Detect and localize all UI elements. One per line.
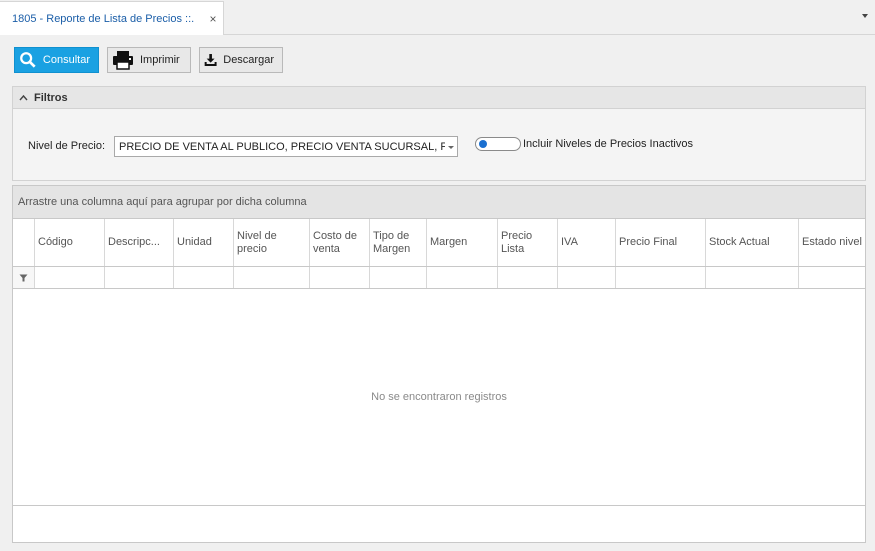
filter-cell-costo-venta[interactable]	[310, 267, 370, 288]
chevron-up-icon[interactable]	[19, 94, 28, 101]
column-header-descripcion[interactable]: Descripc...	[105, 219, 174, 266]
empty-message: No se encontraron registros	[371, 391, 507, 403]
filter-cell-descripcion[interactable]	[105, 267, 174, 288]
filter-cell-stock-actual[interactable]	[706, 267, 799, 288]
filter-cell-precio-lista[interactable]	[498, 267, 558, 288]
toolbar: Consultar Imprimir Descargar	[14, 47, 283, 73]
filter-cell-unidad[interactable]	[174, 267, 234, 288]
filters-panel: Filtros Nivel de Precio: PRECIO DE VENTA…	[12, 86, 866, 181]
column-header-label: Costo de venta	[313, 229, 358, 255]
column-header-label: Stock Actual	[709, 236, 770, 248]
imprimir-button[interactable]: Imprimir	[107, 47, 191, 73]
dropdown-arrow-icon[interactable]	[445, 143, 457, 151]
column-header-iva[interactable]: IVA	[558, 219, 616, 266]
column-header-precio-final[interactable]: Precio Final	[616, 219, 706, 266]
descargar-button[interactable]: Descargar	[199, 47, 283, 73]
group-by-hint: Arrastre una columna aquí para agrupar p…	[18, 196, 307, 208]
descargar-label: Descargar	[223, 54, 274, 66]
toggle-knob	[479, 140, 487, 148]
filter-cell-margen[interactable]	[427, 267, 498, 288]
filter-cell-precio-final[interactable]	[616, 267, 706, 288]
close-icon[interactable]: ×	[203, 12, 223, 26]
nivel-precio-value: PRECIO DE VENTA AL PUBLICO, PRECIO VENTA…	[119, 140, 445, 153]
column-header-stock-actual[interactable]: Stock Actual	[706, 219, 799, 266]
column-header-label: Margen	[430, 236, 468, 248]
search-icon	[20, 52, 36, 68]
inactive-levels-toggle[interactable]	[475, 137, 521, 151]
consultar-label: Consultar	[42, 54, 90, 66]
download-icon	[204, 54, 217, 66]
column-header-label: Precio Final	[619, 236, 678, 248]
column-header-margen[interactable]: Margen	[427, 219, 498, 266]
filter-icon	[19, 274, 28, 281]
inactive-levels-label: Incluir Niveles de Precios Inactivos	[523, 138, 693, 150]
column-header-costo-venta[interactable]: Costo de venta	[310, 219, 370, 266]
column-header-label: Tipo de Margen	[373, 229, 411, 255]
column-header-label: Código	[38, 236, 73, 248]
column-header-label: Nivel de precio	[237, 229, 277, 255]
column-header-precio-lista[interactable]: Precio Lista	[498, 219, 558, 266]
column-header-label: Descripc...	[108, 236, 160, 248]
filters-header[interactable]: Filtros	[13, 87, 865, 109]
grid-footer	[13, 506, 865, 541]
nivel-precio-label: Nivel de Precio:	[28, 140, 106, 152]
imprimir-label: Imprimir	[140, 54, 180, 66]
filters-title: Filtros	[34, 91, 68, 104]
column-header-label: Unidad	[177, 236, 212, 248]
tab-title: 1805 - Reporte de Lista de Precios ::.	[12, 12, 195, 25]
tab-reporte-lista-precios[interactable]: 1805 - Reporte de Lista de Precios ::. ×	[0, 1, 224, 35]
filter-row-indicator	[13, 267, 35, 288]
auto-filter-row	[13, 267, 865, 289]
row-indicator-header	[13, 219, 35, 266]
filter-cell-codigo[interactable]	[35, 267, 105, 288]
grid-header-row: Código Descripc... Unidad Nivel de preci…	[13, 219, 865, 267]
grid-body: No se encontraron registros	[13, 289, 865, 506]
group-by-panel[interactable]: Arrastre una columna aquí para agrupar p…	[13, 186, 865, 219]
filter-cell-nivel-precio[interactable]	[234, 267, 310, 288]
printer-icon	[113, 51, 133, 70]
consultar-button[interactable]: Consultar	[14, 47, 99, 73]
nivel-precio-select[interactable]: PRECIO DE VENTA AL PUBLICO, PRECIO VENTA…	[114, 136, 458, 157]
column-header-codigo[interactable]: Código	[35, 219, 105, 266]
column-header-estado-nivel[interactable]: Estado nivel	[799, 219, 865, 266]
column-header-unidad[interactable]: Unidad	[174, 219, 234, 266]
column-header-tipo-margen[interactable]: Tipo de Margen	[370, 219, 427, 266]
filter-cell-iva[interactable]	[558, 267, 616, 288]
column-header-label: Estado nivel	[802, 236, 862, 248]
filter-cell-estado-nivel[interactable]	[799, 267, 865, 288]
chevron-down-icon[interactable]	[861, 12, 869, 20]
tab-strip: 1805 - Reporte de Lista de Precios ::. ×	[0, 0, 875, 35]
results-grid: Arrastre una columna aquí para agrupar p…	[12, 185, 866, 543]
column-header-label: IVA	[561, 236, 578, 248]
filter-cell-tipo-margen[interactable]	[370, 267, 427, 288]
column-header-nivel-precio[interactable]: Nivel de precio	[234, 219, 310, 266]
column-header-label: Precio Lista	[501, 229, 533, 255]
